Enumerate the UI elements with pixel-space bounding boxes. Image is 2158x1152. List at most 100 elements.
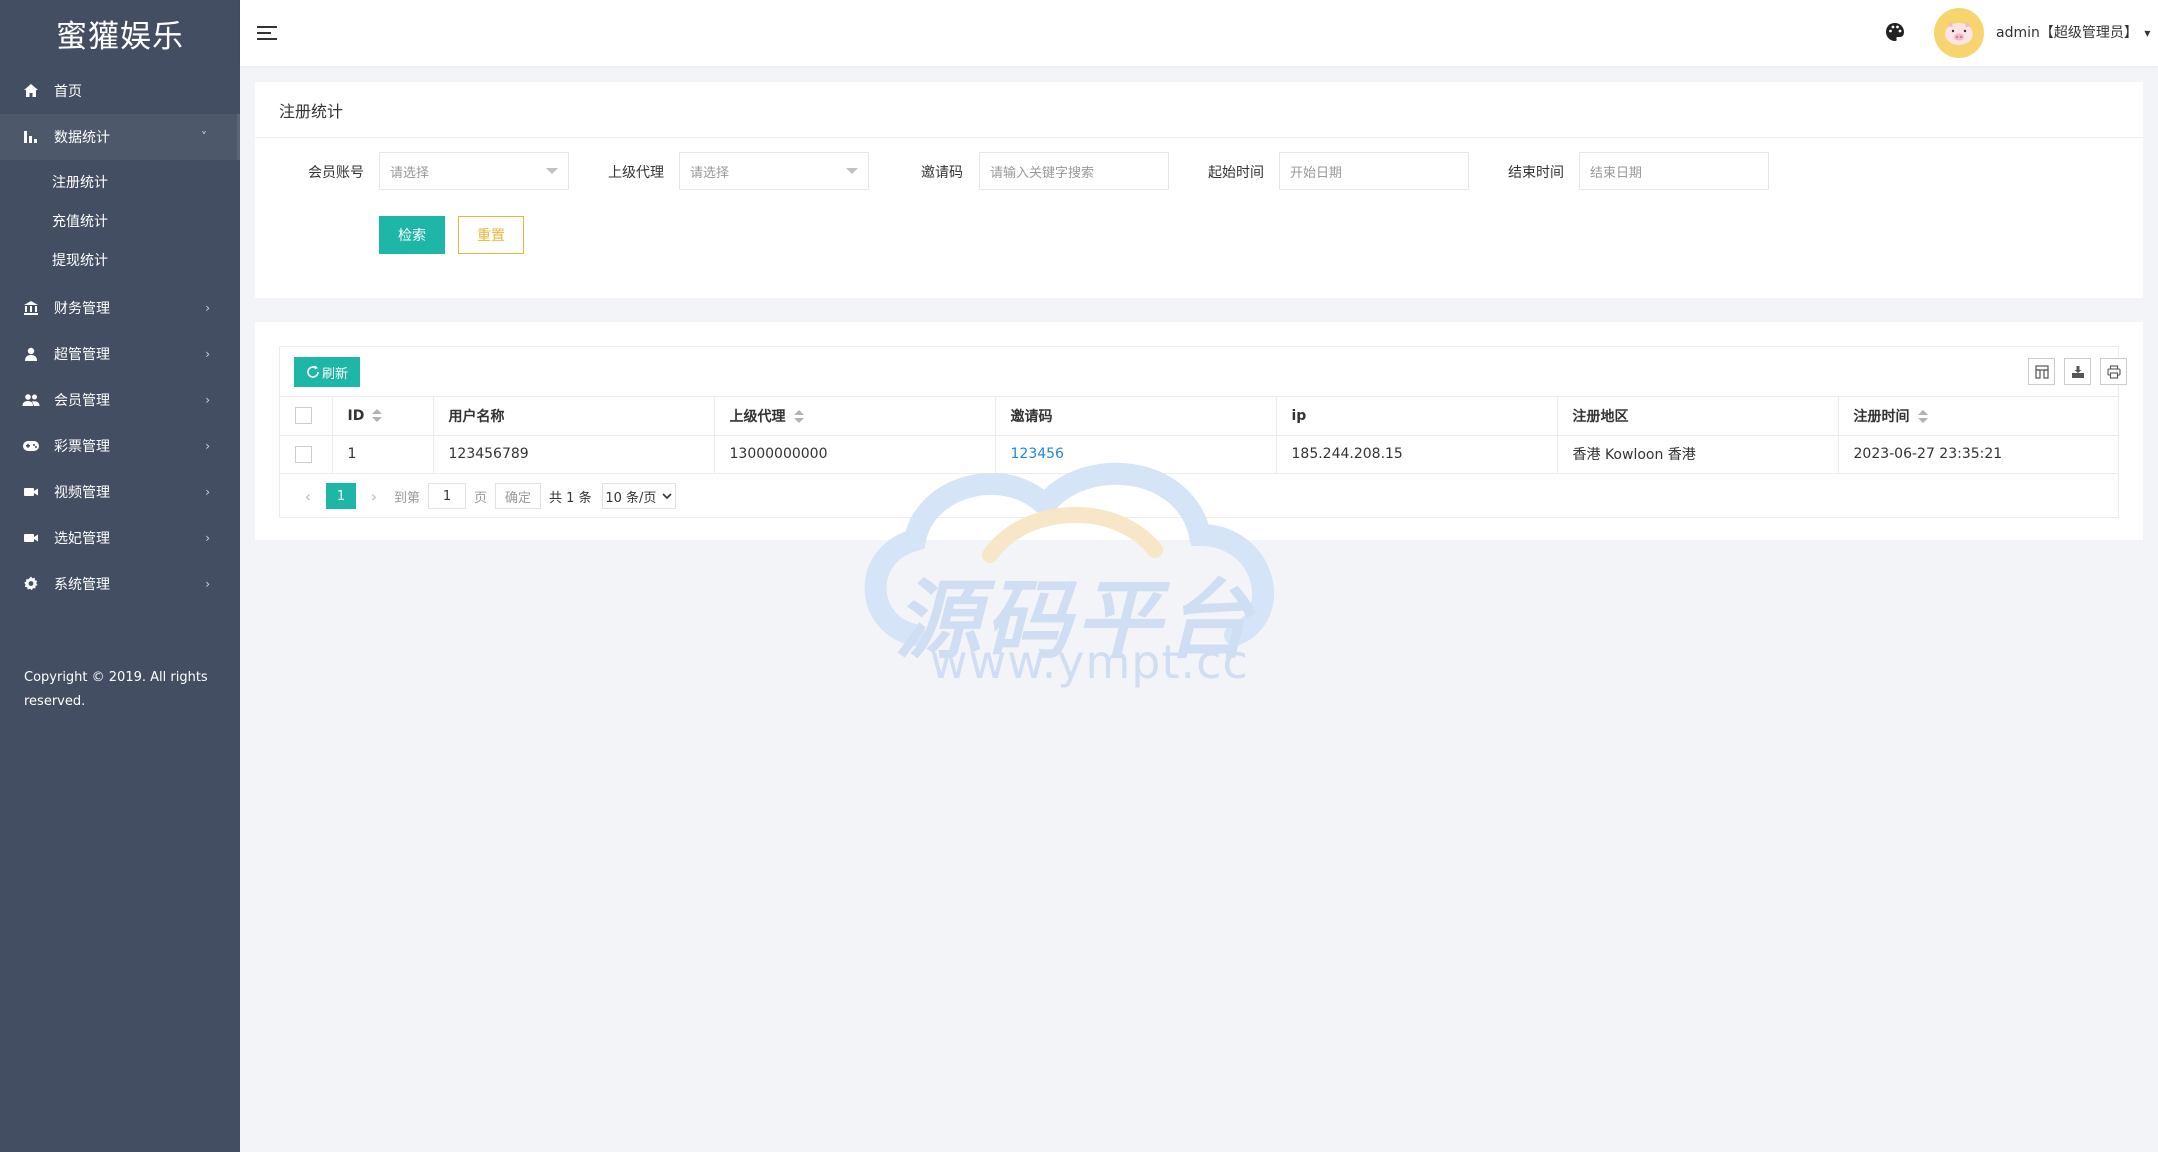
top-header: admin【超级管理员】 ▾ — [240, 0, 2158, 66]
column-header-username: 用户名称 — [433, 397, 715, 436]
page-unit-label: 页 — [474, 490, 488, 506]
column-header-invite: 邀请码 — [995, 397, 1277, 436]
agent-select[interactable]: 请选择 — [679, 152, 869, 190]
sort-icon[interactable] — [372, 408, 383, 423]
search-panel: 注册统计 会员账号 请选择 上级代理 请选择 邀请码 请输入关键字搜索 起始时间… — [255, 82, 2143, 298]
page-size-value: 10 条/页 — [605, 490, 657, 506]
refresh-button[interactable]: 刷新 — [294, 357, 360, 387]
home-icon — [22, 82, 40, 100]
sidebar-item-lottery[interactable]: 彩票管理 › — [0, 423, 240, 469]
table-toolbar: 刷新 — [280, 347, 2127, 397]
next-page-icon[interactable]: › — [364, 487, 384, 506]
column-header-id[interactable]: ID — [332, 397, 434, 436]
brand-logo: 蜜獾娱乐 — [56, 18, 184, 55]
chevron-right-icon: › — [205, 347, 210, 361]
chevron-down-icon — [662, 493, 672, 500]
table-row: 1 123456789 13000000000 123456 185.244.2… — [280, 435, 2118, 474]
agent-label: 上级代理 — [608, 165, 664, 181]
input-placeholder: 开始日期 — [1290, 165, 1343, 181]
search-button[interactable]: 检索 — [379, 216, 445, 254]
cell-ip: 185.244.208.15 — [1276, 435, 1558, 474]
start-date-input[interactable]: 开始日期 — [1279, 152, 1469, 190]
sidebar-item-selection[interactable]: 选妃管理 › — [0, 515, 240, 561]
column-label: 注册地区 — [1572, 408, 1629, 425]
sidebar-item-label: 超管管理 — [54, 347, 110, 363]
pagination: ‹ 1 › 到第 1 页 确定 共 1 条 10 条/页 — [280, 475, 2118, 517]
member-account-label: 会员账号 — [308, 165, 364, 181]
chevron-down-icon: ˅ — [201, 130, 207, 144]
sort-icon[interactable] — [793, 409, 804, 424]
panel-title: 注册统计 — [255, 82, 2143, 138]
watermark-title: 源码平台 — [895, 571, 1255, 671]
column-label: 用户名称 — [448, 408, 505, 425]
end-date-input[interactable]: 结束日期 — [1579, 152, 1769, 190]
sidebar-item-label: 系统管理 — [54, 577, 110, 593]
invite-code-link[interactable]: 123456 — [1011, 446, 1064, 462]
page-number-current[interactable]: 1 — [326, 483, 356, 509]
sidebar-subitem-register-stats[interactable]: 注册统计 — [0, 162, 240, 201]
pig-avatar-icon — [1945, 22, 1973, 45]
export-icon[interactable] — [2064, 358, 2091, 385]
column-header-ip: ip — [1276, 397, 1558, 436]
users-icon — [22, 391, 40, 409]
gamepad-icon — [22, 437, 40, 455]
sidebar: 蜜獾娱乐 首页 数据统计 ˅ 注册统计 充值统计 提现统计 财务管理 › 超管管… — [0, 0, 240, 1152]
end-time-label: 结束时间 — [1508, 165, 1564, 181]
sidebar-item-label: 彩票管理 — [54, 439, 110, 455]
cell-invite: 123456 — [995, 435, 1277, 474]
sidebar-item-label: 选妃管理 — [54, 531, 110, 547]
user-menu[interactable]: admin【超级管理员】 ▾ — [1996, 22, 2150, 42]
column-label: 注册时间 — [1853, 408, 1910, 425]
page-size-select[interactable]: 10 条/页 — [601, 483, 676, 509]
caret-down-icon: ▾ — [2144, 26, 2151, 40]
gear-icon — [22, 575, 40, 593]
sidebar-item-members[interactable]: 会员管理 › — [0, 377, 240, 423]
caret-down-icon — [546, 168, 558, 174]
menu-toggle-icon[interactable] — [256, 22, 278, 44]
sort-icon[interactable] — [1917, 409, 1928, 424]
select-placeholder: 请选择 — [390, 165, 430, 181]
sidebar-item-data-stats[interactable]: 数据统计 ˅ — [0, 114, 240, 160]
invite-code-input[interactable]: 请输入关键字搜索 — [979, 152, 1169, 190]
sidebar-item-home[interactable]: 首页 — [0, 68, 240, 114]
sidebar-item-super-admin[interactable]: 超管管理 › — [0, 331, 240, 377]
invite-code-label: 邀请码 — [921, 165, 963, 181]
video-icon — [22, 483, 40, 501]
member-account-select[interactable]: 请选择 — [379, 152, 569, 190]
palette-icon[interactable] — [1885, 22, 1907, 44]
columns-filter-icon[interactable] — [2028, 358, 2055, 385]
sidebar-subitem-withdraw-stats[interactable]: 提现统计 — [0, 240, 240, 279]
cell-username: 123456789 — [433, 435, 715, 474]
goto-confirm-button[interactable]: 确定 — [495, 483, 542, 509]
sidebar-item-system[interactable]: 系统管理 › — [0, 561, 240, 607]
chevron-right-icon: › — [205, 531, 210, 545]
sidebar-item-videos[interactable]: 视频管理 › — [0, 469, 240, 515]
caret-down-icon — [846, 168, 858, 174]
prev-page-icon[interactable]: ‹ — [298, 487, 318, 506]
select-placeholder: 请选择 — [690, 165, 730, 181]
select-all-cell — [280, 397, 333, 436]
sidebar-subitem-recharge-stats[interactable]: 充值统计 — [0, 201, 240, 240]
sidebar-item-finance[interactable]: 财务管理 › — [0, 285, 240, 331]
sidebar-item-label: 视频管理 — [54, 485, 110, 501]
column-header-agent[interactable]: 上级代理 — [714, 397, 996, 436]
avatar[interactable] — [1934, 8, 1984, 58]
sidebar-item-label: 数据统计 — [54, 130, 110, 146]
sidebar-submenu: 注册统计 充值统计 提现统计 — [0, 160, 240, 285]
cell-id: 1 — [332, 435, 434, 474]
chevron-right-icon: › — [205, 577, 210, 591]
column-label: ip — [1291, 407, 1307, 424]
reset-button[interactable]: 重置 — [458, 216, 524, 254]
bar-chart-icon — [22, 128, 40, 146]
user-name-label: admin【超级管理员】 — [1996, 25, 2138, 41]
column-header-time[interactable]: 注册时间 — [1838, 397, 2118, 436]
user-icon — [22, 345, 40, 363]
column-label: ID — [347, 407, 365, 424]
cell-agent: 13000000000 — [714, 435, 996, 474]
row-checkbox[interactable] — [295, 445, 312, 463]
print-icon[interactable] — [2100, 358, 2127, 385]
goto-page-input[interactable]: 1 — [428, 483, 467, 509]
chevron-right-icon: › — [205, 393, 210, 407]
select-all-checkbox[interactable] — [295, 407, 312, 425]
sidebar-item-label: 会员管理 — [54, 393, 110, 409]
